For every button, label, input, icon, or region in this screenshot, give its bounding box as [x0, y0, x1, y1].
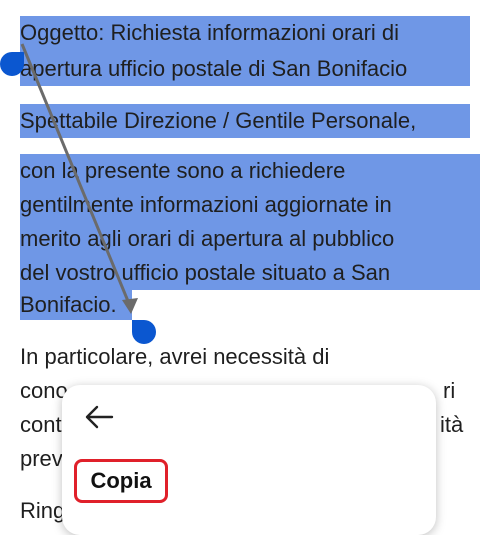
arrow-left-icon: [85, 405, 114, 429]
back-button[interactable]: [80, 399, 120, 435]
drag-arrow-icon: [20, 43, 138, 314]
text-selection-context-menu: Copia: [62, 385, 436, 535]
copy-button[interactable]: Copia: [74, 459, 168, 503]
